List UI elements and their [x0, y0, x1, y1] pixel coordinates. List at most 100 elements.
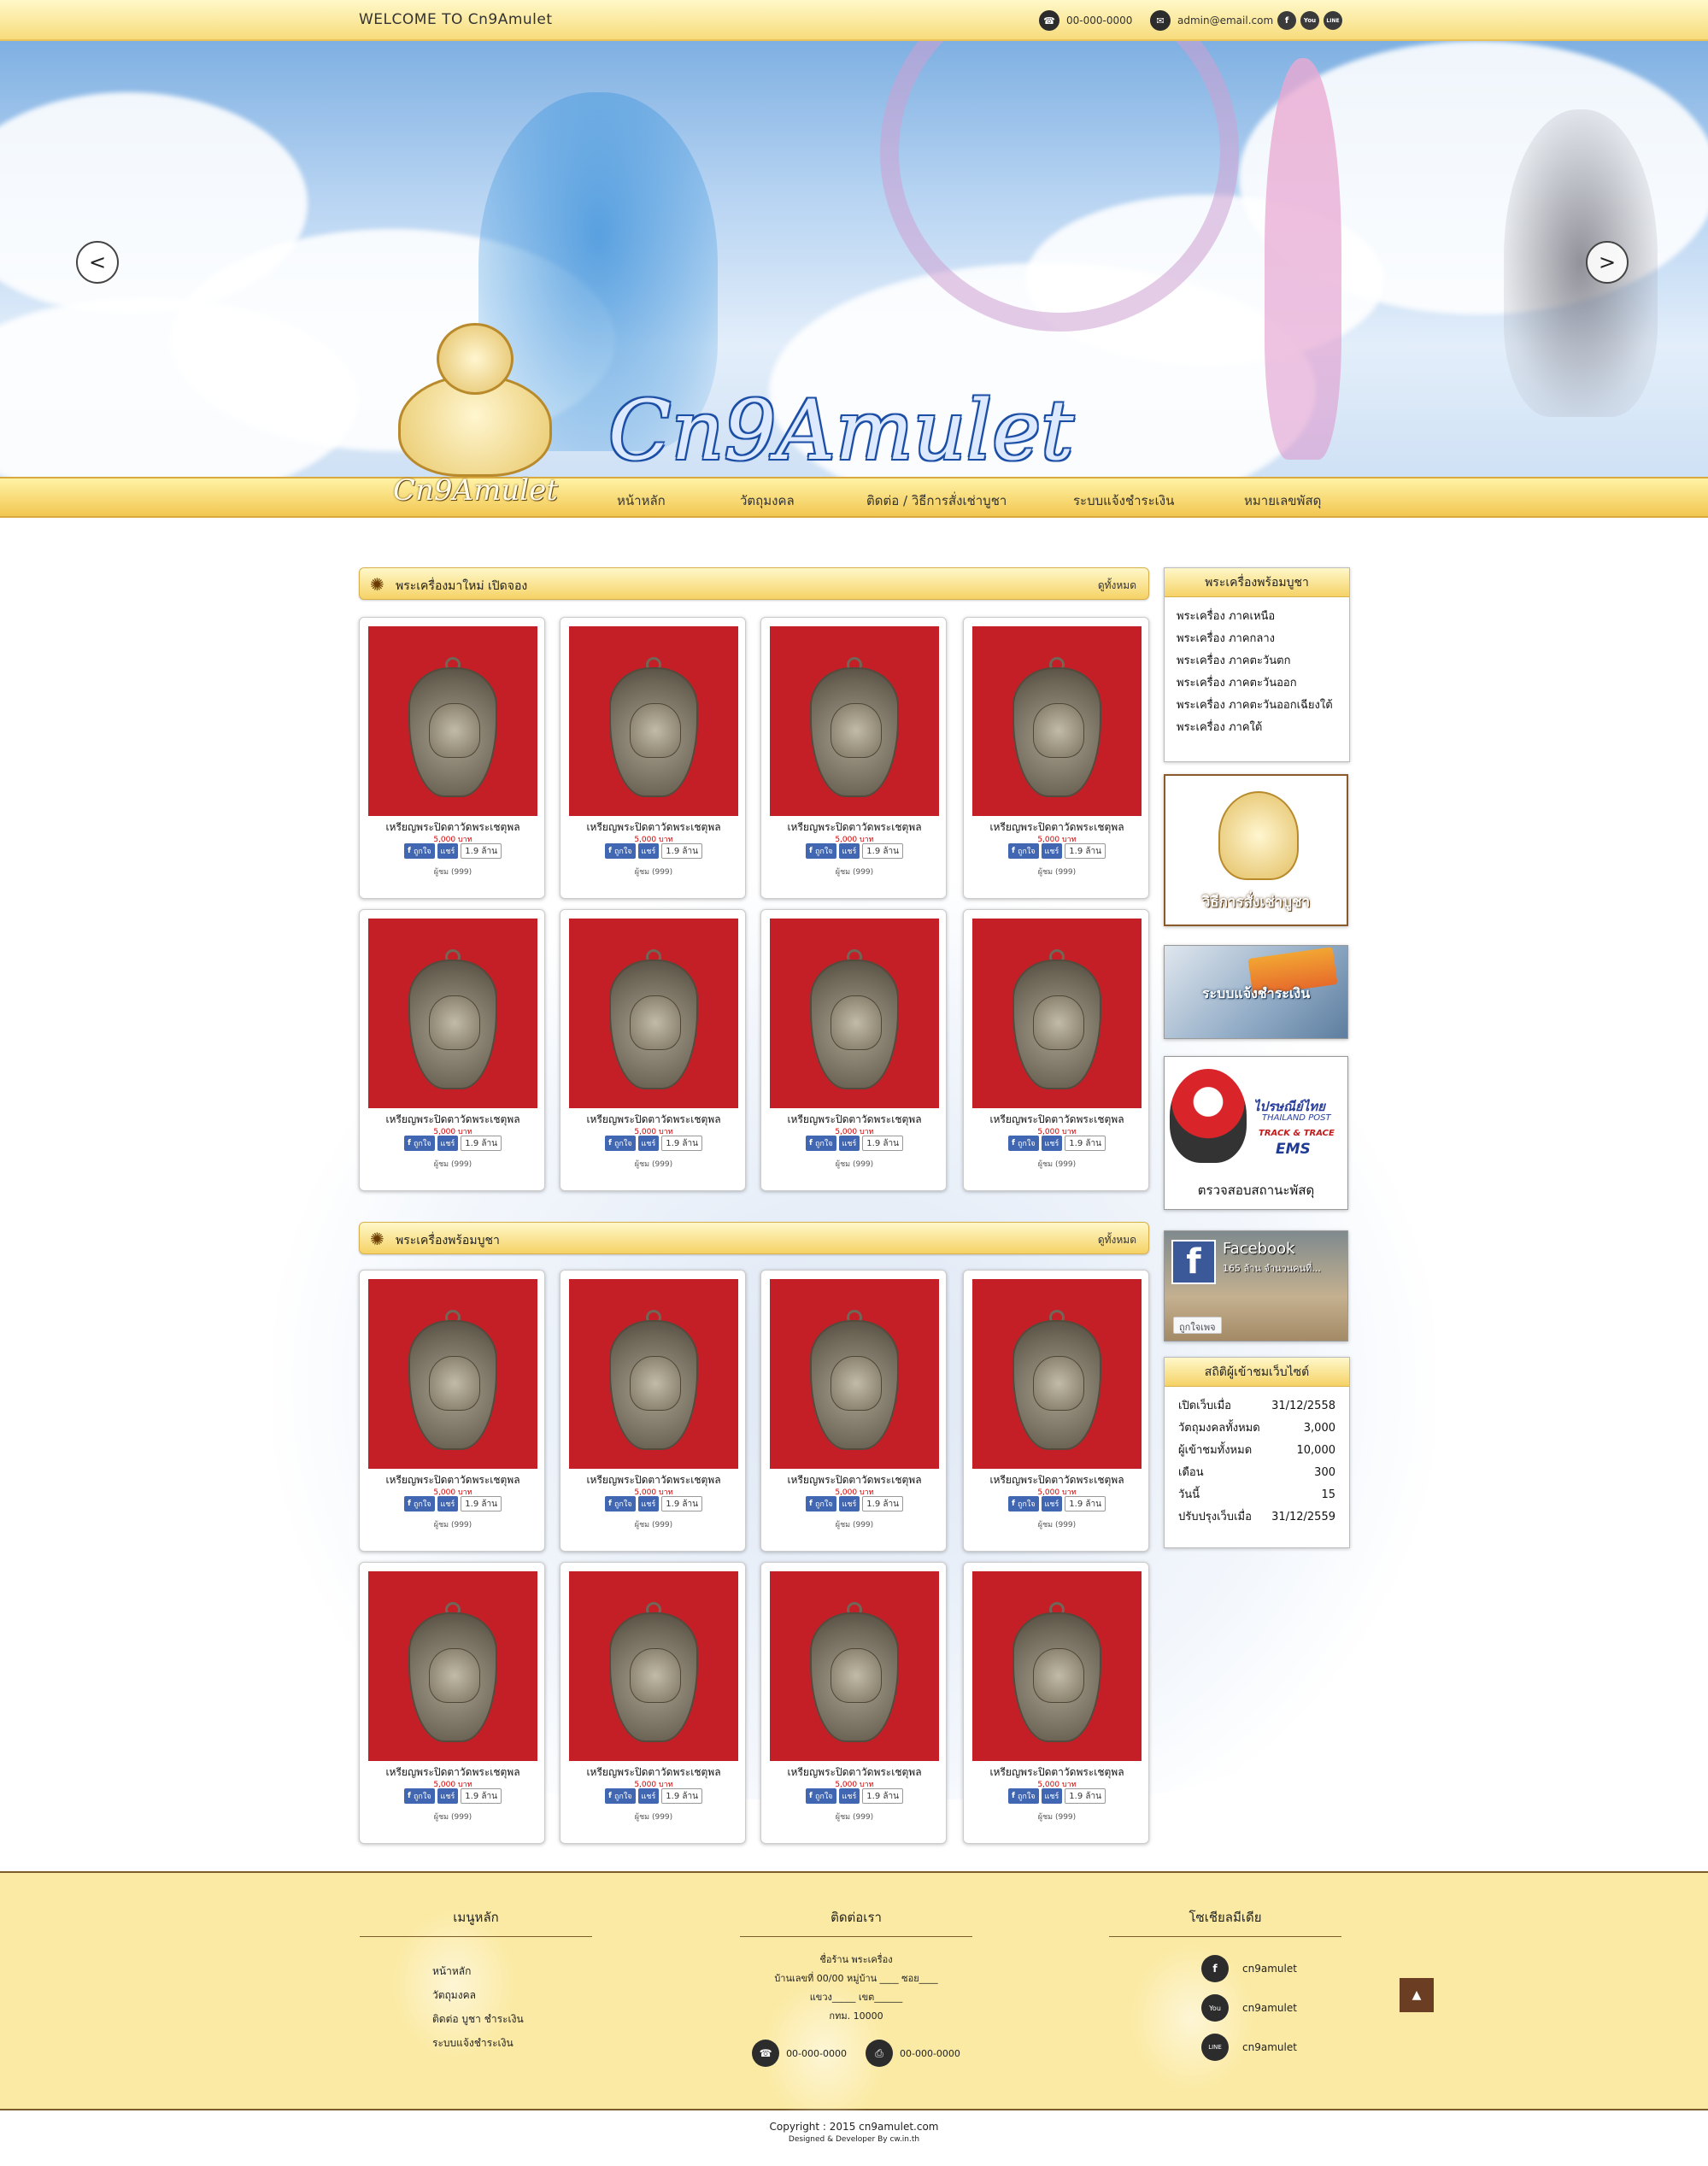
footer-social-facebook[interactable]: f cn9amulet [1201, 1949, 1341, 1988]
top-email-address[interactable]: admin@email.com [1177, 15, 1273, 26]
product-card[interactable]: เหรียญพระปิดตาวัดพระเชตุพล 5,000 บาท f ถูกใ… [560, 909, 746, 1191]
facebook-share-button[interactable]: แชร์ [1041, 1136, 1063, 1151]
product-card[interactable]: เหรียญพระปิดตาวัดพระเชตุพล 5,000 บาท f ถูกใ… [560, 617, 746, 899]
facebook-like-button[interactable]: f ถูกใจ [605, 843, 636, 859]
view-all-link[interactable]: ดูทั้งหมด [1098, 1232, 1136, 1248]
product-image[interactable] [770, 1571, 939, 1761]
product-image[interactable] [368, 1279, 537, 1469]
facebook-like-button[interactable]: f ถูกใจ [806, 843, 836, 859]
facebook-like-button[interactable]: f ถูกใจ [806, 1136, 836, 1151]
facebook-like-button[interactable]: f ถูกใจ [1008, 843, 1039, 859]
product-image[interactable] [569, 919, 738, 1108]
footer-link-amulets[interactable]: วัตถุมงคล [432, 1983, 592, 2007]
product-card[interactable]: เหรียญพระปิดตาวัดพระเชตุพล 5,000 บาท f ถูกใ… [963, 909, 1149, 1191]
product-image[interactable] [569, 626, 738, 816]
facebook-share-button[interactable]: แชร์ [1041, 1788, 1063, 1804]
order-guide-banner[interactable]: วิธีการสั่งเช่าบูชา [1164, 774, 1348, 926]
product-card[interactable]: เหรียญพระปิดตาวัดพระเชตุพล 5,000 บาท f ถูกใ… [963, 1562, 1149, 1844]
facebook-like-button[interactable]: f ถูกใจ [404, 1496, 435, 1512]
facebook-share-button[interactable]: แชร์ [838, 1496, 860, 1512]
facebook-like-button[interactable]: f ถูกใจ [605, 1788, 636, 1804]
facebook-share-button[interactable]: แชร์ [437, 843, 459, 859]
product-image[interactable] [368, 626, 537, 816]
facebook-page-widget[interactable]: f Facebook 165 ล้าน จำนวนคนที่... ถูกใจเ… [1164, 1230, 1348, 1341]
facebook-share-button[interactable]: แชร์ [637, 1136, 660, 1151]
product-card[interactable]: เหรียญพระปิดตาวัดพระเชตุพล 5,000 บาท f ถูกใ… [560, 1562, 746, 1844]
facebook-share-button[interactable]: แชร์ [838, 843, 860, 859]
sidebar-item-west[interactable]: พระเครื่อง ภาคตะวันตก [1165, 650, 1349, 672]
facebook-share-button[interactable]: แชร์ [437, 1788, 459, 1804]
footer-link-payment[interactable]: ระบบแจ้งชำระเงิน [432, 2031, 592, 2055]
facebook-like-button[interactable]: f ถูกใจ [404, 1136, 435, 1151]
slider-next-button[interactable]: > [1586, 241, 1629, 284]
product-image[interactable] [972, 1279, 1142, 1469]
nav-contact[interactable]: ติดต่อ / วิธีการสั่งเช่าบูชา [866, 490, 1007, 511]
top-email[interactable]: ✉ admin@email.com [1150, 10, 1273, 31]
footer-link-home[interactable]: หน้าหลัก [432, 1959, 592, 1983]
facebook-share-button[interactable]: แชร์ [1041, 843, 1063, 859]
facebook-like-button[interactable]: f ถูกใจ [1008, 1496, 1039, 1512]
line-icon: LINE [1201, 2034, 1229, 2061]
facebook-icon[interactable]: f [1277, 11, 1296, 30]
slider-prev-button[interactable]: < [76, 241, 119, 284]
product-image[interactable] [972, 919, 1142, 1108]
tracking-banner[interactable]: ไปรษณีย์ไทย THAILAND POST TRACK & TRACE … [1164, 1056, 1348, 1210]
product-card[interactable]: เหรียญพระปิดตาวัดพระเชตุพล 5,000 บาท f ถูกใ… [963, 617, 1149, 899]
facebook-share-button[interactable]: แชร์ [637, 843, 660, 859]
payment-banner[interactable]: ระบบแจ้งชำระเงิน [1164, 945, 1348, 1039]
mail-icon: ✉ [1150, 10, 1171, 31]
facebook-like-button[interactable]: f ถูกใจ [605, 1136, 636, 1151]
product-card[interactable]: เหรียญพระปิดตาวัดพระเชตุพล 5,000 บาท f ถูกใ… [760, 1562, 947, 1844]
product-image[interactable] [569, 1279, 738, 1469]
footer-social-youtube[interactable]: You cn9amulet [1201, 1988, 1341, 2028]
facebook-share-button[interactable]: แชร์ [437, 1496, 459, 1512]
facebook-share-button[interactable]: แชร์ [437, 1136, 459, 1151]
site-logo[interactable]: Cn9Amulet [383, 323, 567, 521]
facebook-share-button[interactable]: แชร์ [1041, 1496, 1063, 1512]
view-all-link[interactable]: ดูทั้งหมด [1098, 578, 1136, 594]
facebook-share-button[interactable]: แชร์ [637, 1496, 660, 1512]
product-card[interactable]: เหรียญพระปิดตาวัดพระเชตุพล 5,000 บาท f ถูกใ… [359, 909, 545, 1191]
sidebar-item-south[interactable]: พระเครื่อง ภาคใต้ [1165, 717, 1349, 739]
facebook-like-button[interactable]: f ถูกใจ [605, 1496, 636, 1512]
facebook-share-button[interactable]: แชร์ [637, 1788, 660, 1804]
product-image[interactable] [368, 919, 537, 1108]
product-image[interactable] [972, 1571, 1142, 1761]
nav-home[interactable]: หน้าหลัก [617, 490, 666, 511]
product-card[interactable]: เหรียญพระปิดตาวัดพระเชตุพล 5,000 บาท f ถูกใ… [359, 1562, 545, 1844]
product-card[interactable]: เหรียญพระปิดตาวัดพระเชตุพล 5,000 บาท f ถูกใ… [760, 909, 947, 1191]
youtube-icon[interactable]: You [1300, 11, 1319, 30]
product-image[interactable] [770, 1279, 939, 1469]
facebook-like-button[interactable]: f ถูกใจ [404, 843, 435, 859]
sidebar-item-north[interactable]: พระเครื่อง ภาคเหนือ [1165, 606, 1349, 628]
sidebar-item-central[interactable]: พระเครื่อง ภาคกลาง [1165, 628, 1349, 650]
facebook-like-button[interactable]: f ถูกใจ [1008, 1788, 1039, 1804]
nav-tracking[interactable]: หมายเลขพัสดุ [1244, 490, 1321, 511]
product-card[interactable]: เหรียญพระปิดตาวัดพระเชตุพล 5,000 บาท f ถูกใ… [560, 1270, 746, 1552]
sidebar-item-northeast[interactable]: พระเครื่อง ภาคตะวันออกเฉียงใต้ [1165, 695, 1349, 717]
facebook-share-button[interactable]: แชร์ [838, 1788, 860, 1804]
footer-link-contact[interactable]: ติดต่อ บูชา ชำระเงิน [432, 2007, 592, 2031]
product-image[interactable] [770, 626, 939, 816]
product-image[interactable] [368, 1571, 537, 1761]
product-image[interactable] [972, 626, 1142, 816]
facebook-share-button[interactable]: แชร์ [838, 1136, 860, 1151]
facebook-like-button[interactable]: f ถูกใจ [806, 1496, 836, 1512]
sidebar-item-east[interactable]: พระเครื่อง ภาคตะวันออก [1165, 672, 1349, 695]
product-image[interactable] [770, 919, 939, 1108]
product-card[interactable]: เหรียญพระปิดตาวัดพระเชตุพล 5,000 บาท f ถูกใ… [359, 617, 545, 899]
footer-social-line[interactable]: LINE cn9amulet [1201, 2028, 1341, 2067]
facebook-like-button[interactable]: f ถูกใจ [1008, 1136, 1039, 1151]
back-to-top-button[interactable]: ▲ [1400, 1978, 1434, 2012]
facebook-like-page-button[interactable]: ถูกใจเพจ [1173, 1317, 1222, 1334]
facebook-like-button[interactable]: f ถูกใจ [806, 1788, 836, 1804]
product-card[interactable]: เหรียญพระปิดตาวัดพระเชตุพล 5,000 บาท f ถูกใ… [963, 1270, 1149, 1552]
nav-payment[interactable]: ระบบแจ้งชำระเงิน [1073, 490, 1174, 511]
nav-amulets[interactable]: วัตถุมงคล [740, 490, 795, 511]
product-card[interactable]: เหรียญพระปิดตาวัดพระเชตุพล 5,000 บาท f ถูกใ… [760, 1270, 947, 1552]
line-icon[interactable]: LINE [1324, 11, 1342, 30]
product-card[interactable]: เหรียญพระปิดตาวัดพระเชตุพล 5,000 บาท f ถูกใ… [359, 1270, 545, 1552]
product-image[interactable] [569, 1571, 738, 1761]
product-card[interactable]: เหรียญพระปิดตาวัดพระเชตุพล 5,000 บาท f ถูกใ… [760, 617, 947, 899]
facebook-like-button[interactable]: f ถูกใจ [404, 1788, 435, 1804]
